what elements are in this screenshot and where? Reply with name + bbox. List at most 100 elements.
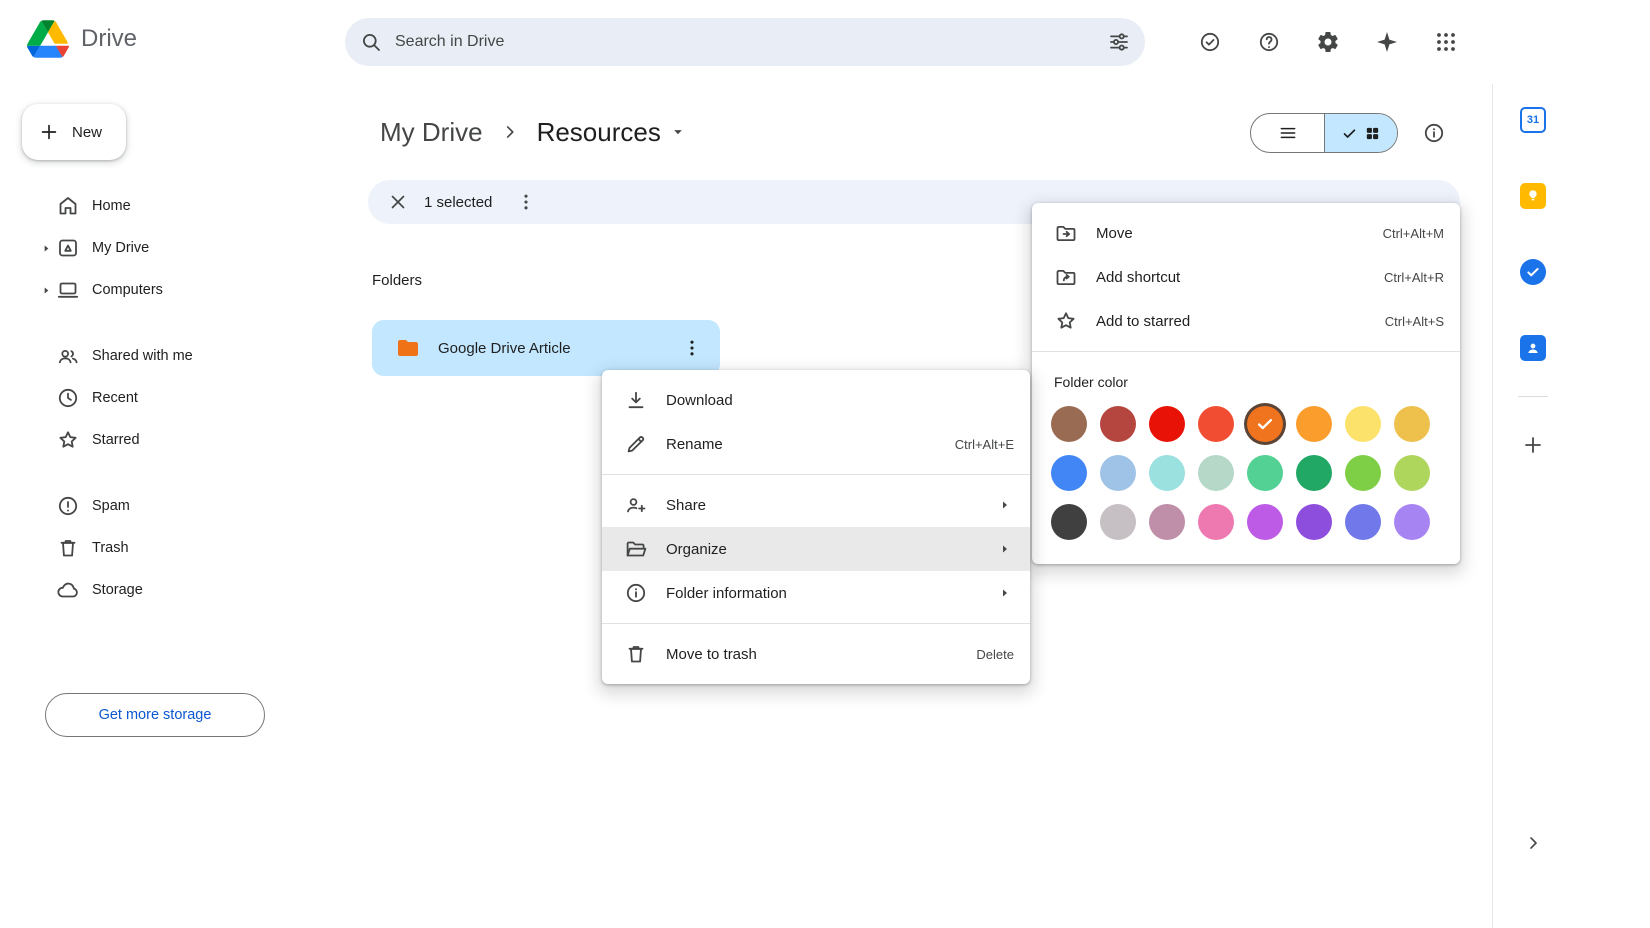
star-icon <box>1054 309 1078 333</box>
color-swatch[interactable] <box>1394 455 1430 491</box>
color-swatch[interactable] <box>1149 455 1185 491</box>
expand-arrow-icon[interactable] <box>36 284 56 296</box>
sidebar-item-computers[interactable]: Computers <box>22 270 316 310</box>
color-swatch[interactable] <box>1149 504 1185 540</box>
sidebar-item-shared-with-me[interactable]: Shared with me <box>22 336 316 376</box>
color-swatch[interactable] <box>1198 504 1234 540</box>
search-icon[interactable] <box>351 22 391 62</box>
menu-item-folder-information[interactable]: Folder information <box>602 571 1030 615</box>
color-swatch[interactable] <box>1345 406 1381 442</box>
tasks-app-icon[interactable] <box>1509 248 1557 296</box>
color-swatch[interactable] <box>1051 504 1087 540</box>
side-panel-divider <box>1518 396 1548 397</box>
list-view-icon <box>1278 123 1298 143</box>
person-add-icon <box>624 493 648 517</box>
folder-more-actions-icon[interactable] <box>672 328 712 368</box>
check-icon <box>1247 406 1283 442</box>
color-swatch[interactable] <box>1247 504 1283 540</box>
color-swatch[interactable] <box>1345 504 1381 540</box>
pencil-icon <box>624 432 648 456</box>
menu-item-share[interactable]: Share <box>602 483 1030 527</box>
shortcut-label: Delete <box>976 647 1014 662</box>
sidebar-item-my-drive[interactable]: My Drive <box>22 228 316 268</box>
new-button[interactable]: New <box>22 104 126 160</box>
menu-item-add-to-starred[interactable]: Add to starred Ctrl+Alt+S <box>1032 299 1460 343</box>
drive-logo[interactable]: Drive <box>27 20 137 58</box>
color-swatch[interactable] <box>1100 455 1136 491</box>
menu-divider <box>602 623 1030 624</box>
calendar-app-icon[interactable]: 31 <box>1509 96 1557 144</box>
top-app-bar: Drive <box>0 0 1650 84</box>
keep-app-icon[interactable] <box>1509 172 1557 220</box>
help-icon[interactable] <box>1249 22 1289 62</box>
hide-side-panel-chevron-icon[interactable] <box>1511 821 1555 865</box>
color-swatch[interactable] <box>1100 504 1136 540</box>
list-view-button[interactable] <box>1251 114 1324 152</box>
color-swatch[interactable] <box>1100 406 1136 442</box>
breadcrumb-my-drive[interactable]: My Drive <box>372 113 491 152</box>
submenu-arrow-icon <box>996 540 1014 558</box>
clear-selection-close-icon[interactable] <box>378 182 418 222</box>
sidebar-item-starred[interactable]: Starred <box>22 420 316 460</box>
left-sidebar: New Home My Drive Computers Shared with … <box>0 84 330 928</box>
color-swatch[interactable] <box>1149 406 1185 442</box>
sidebar-nav: Home My Drive Computers Shared with me R… <box>0 186 330 610</box>
sidebar-item-recent[interactable]: Recent <box>22 378 316 418</box>
sidebar-item-spam[interactable]: Spam <box>22 486 316 526</box>
grid-view-button[interactable] <box>1324 114 1397 152</box>
sidebar-item-home[interactable]: Home <box>22 186 316 226</box>
color-swatch[interactable] <box>1198 455 1234 491</box>
get-more-storage-button[interactable]: Get more storage <box>45 693 265 737</box>
color-swatch[interactable] <box>1296 504 1332 540</box>
color-swatch-selected[interactable] <box>1247 406 1283 442</box>
download-icon <box>624 388 648 412</box>
color-swatch[interactable] <box>1394 406 1430 442</box>
menu-item-download[interactable]: Download <box>602 378 1030 422</box>
menu-item-move-to-trash[interactable]: Move to trash Delete <box>602 632 1030 676</box>
color-swatch[interactable] <box>1296 455 1332 491</box>
color-swatch[interactable] <box>1345 455 1381 491</box>
offline-status-icon[interactable] <box>1190 22 1230 62</box>
nav-divider-gap <box>0 462 330 484</box>
menu-item-move[interactable]: Move Ctrl+Alt+M <box>1032 211 1460 255</box>
drive-logo-icon <box>27 20 69 58</box>
shortcut-label: Ctrl+Alt+M <box>1383 226 1444 241</box>
folder-tile-google-drive-article[interactable]: Google Drive Article <box>372 320 720 376</box>
details-info-icon[interactable] <box>1414 113 1454 153</box>
color-swatch[interactable] <box>1198 406 1234 442</box>
sidebar-item-trash[interactable]: Trash <box>22 528 316 568</box>
menu-item-rename[interactable]: Rename Ctrl+Alt+E <box>602 422 1030 466</box>
my-drive-icon <box>56 236 80 260</box>
info-icon <box>624 581 648 605</box>
color-swatch[interactable] <box>1051 455 1087 491</box>
view-controls <box>1250 113 1454 153</box>
folder-color-label: Folder color <box>1032 360 1460 392</box>
expand-arrow-icon[interactable] <box>36 242 56 254</box>
breadcrumb-resources[interactable]: Resources <box>529 113 695 152</box>
menu-divider <box>602 474 1030 475</box>
sidebar-item-storage[interactable]: Storage <box>22 570 316 610</box>
selection-more-actions-icon[interactable] <box>506 182 546 222</box>
caret-down-icon <box>669 123 687 141</box>
folders-section-heading: Folders <box>372 272 422 289</box>
menu-item-add-shortcut[interactable]: Add shortcut Ctrl+Alt+R <box>1032 255 1460 299</box>
search-input[interactable] <box>391 33 1099 51</box>
contacts-app-icon[interactable] <box>1509 324 1557 372</box>
color-swatch[interactable] <box>1247 455 1283 491</box>
home-icon <box>56 194 80 218</box>
shortcut-label: Ctrl+Alt+E <box>955 437 1014 452</box>
google-apps-grid-icon[interactable] <box>1426 22 1466 62</box>
gemini-sparkle-icon[interactable] <box>1367 22 1407 62</box>
nav-divider-gap <box>0 312 330 334</box>
clock-icon <box>56 386 80 410</box>
color-swatch[interactable] <box>1394 504 1430 540</box>
add-apps-plus-icon[interactable] <box>1509 421 1557 469</box>
check-icon <box>1341 125 1358 142</box>
workspace-side-panel: 31 <box>1492 84 1650 928</box>
advanced-search-icon[interactable] <box>1099 22 1139 62</box>
color-swatch[interactable] <box>1051 406 1087 442</box>
color-swatch[interactable] <box>1296 406 1332 442</box>
settings-gear-icon[interactable] <box>1308 22 1348 62</box>
breadcrumb-chevron-icon <box>499 121 521 143</box>
menu-item-organize[interactable]: Organize <box>602 527 1030 571</box>
